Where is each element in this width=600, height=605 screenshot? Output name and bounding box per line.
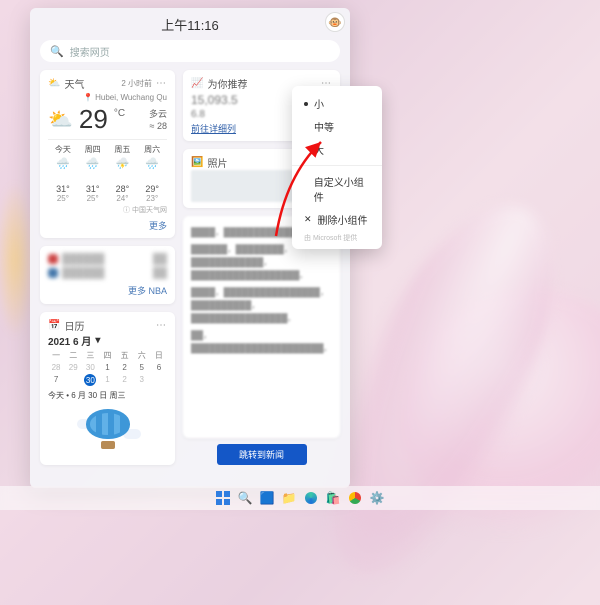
start-button[interactable] <box>216 491 230 505</box>
location-icon: 📍 <box>83 93 93 102</box>
menu-size-large[interactable]: 大 <box>292 138 382 161</box>
sports-widget[interactable]: ████████ ████████ 更多 NBA <box>40 246 175 304</box>
calendar-widget[interactable]: 📅 日历 ⋯ 2021 6 月 ▾ 一二三四五六日 2829301256 730… <box>40 312 175 465</box>
calendar-today[interactable]: 30 <box>84 374 96 386</box>
profile-avatar[interactable]: 🐵 <box>326 13 344 31</box>
day-label: 周六 <box>137 144 167 155</box>
menu-size-small[interactable]: 小 <box>292 92 382 115</box>
close-icon: ✕ <box>304 214 312 225</box>
day-high: 29° <box>137 184 167 194</box>
taskbar-widgets-icon[interactable]: 🟦 <box>260 491 274 505</box>
news-feed[interactable]: ████，██████████████。 ██████，████████，███… <box>183 216 340 438</box>
chevron-down-icon: ▾ <box>95 335 100 346</box>
weather-big-icon: ⛅ <box>48 107 73 132</box>
weather-icon: ⛅ <box>48 78 60 89</box>
recommend-title: 为你推荐 <box>207 76 247 91</box>
menu-label: 自定义小组件 <box>314 174 370 204</box>
rain-icon: 🌧️ <box>48 157 78 170</box>
rain-icon: 🌧️ <box>137 157 167 170</box>
calendar-month[interactable]: 2021 6 月 ▾ <box>48 333 167 348</box>
weather-title: 天气 <box>64 76 84 91</box>
calendar-event: 今天 • 6 月 30 日 周三 <box>48 390 167 401</box>
menu-size-medium[interactable]: 中等 <box>292 115 382 138</box>
taskbar: 🔍 🟦 📁 🛍️ ⚙️ <box>0 486 600 510</box>
calendar-icon: 📅 <box>48 320 60 331</box>
search-placeholder: 搜索网页 <box>70 44 110 59</box>
taskbar-chrome-icon[interactable] <box>348 491 362 505</box>
taskbar-search-icon[interactable]: 🔍 <box>238 491 252 505</box>
day-low: 25° <box>78 194 108 203</box>
calendar-grid: 一二三四五六日 2829301256 730123 <box>48 350 167 386</box>
taskbar-edge-icon[interactable] <box>304 491 318 505</box>
day-high: 28° <box>108 184 138 194</box>
forecast-row: 今天🌧️31°25° 周四🌧️31°25° 周五⛈️28°24° 周六🌧️29°… <box>48 139 167 203</box>
menu-footer: 由 Microsoft 提供 <box>292 231 382 243</box>
weather-more-icon[interactable]: ⋯ <box>156 78 167 89</box>
widget-context-menu: 小 中等 大 自定义小组件 ✕ 删除小组件 由 Microsoft 提供 <box>292 86 382 249</box>
search-icon: 🔍 <box>50 45 64 58</box>
calendar-title: 日历 <box>64 318 84 333</box>
day-label: 周四 <box>78 144 108 155</box>
storm-icon: ⛈️ <box>108 157 138 170</box>
menu-label: 大 <box>314 142 324 157</box>
taskbar-explorer-icon[interactable]: 📁 <box>282 491 296 505</box>
menu-remove[interactable]: ✕ 删除小组件 <box>292 208 382 231</box>
menu-label: 小 <box>314 96 324 111</box>
weather-unit: °C <box>114 108 125 119</box>
menu-label: 删除小组件 <box>318 212 368 227</box>
search-input[interactable]: 🔍 搜索网页 <box>40 40 340 62</box>
weather-location: Hubei, Wuchang Qu <box>95 93 167 102</box>
calendar-more-icon[interactable]: ⋯ <box>156 320 167 331</box>
rain-icon: 🌧️ <box>78 157 108 170</box>
weather-feels: ≈ 28 <box>150 121 167 131</box>
sports-more-link[interactable]: 更多 NBA <box>48 284 167 297</box>
menu-customize[interactable]: 自定义小组件 <box>292 170 382 208</box>
weather-widget[interactable]: ⛅ 天气 2 小时前 ⋯ 📍 Hubei, Wuchang Qu ⛅ 29 °C… <box>40 70 175 238</box>
photos-title: 照片 <box>207 155 227 170</box>
day-high: 31° <box>48 184 78 194</box>
day-high: 31° <box>78 184 108 194</box>
jump-to-news-button[interactable]: 跳转到新闻 <box>217 444 307 465</box>
photos-icon: 🖼️ <box>191 157 203 168</box>
day-label: 周五 <box>108 144 138 155</box>
weather-updated: 2 小时前 <box>121 78 152 89</box>
weather-source: 中国天气网 <box>48 205 167 215</box>
day-low: 25° <box>48 194 78 203</box>
balloon-illustration <box>81 409 135 457</box>
day-label: 今天 <box>48 144 78 155</box>
day-low: 23° <box>137 194 167 203</box>
taskbar-store-icon[interactable]: 🛍️ <box>326 491 340 505</box>
menu-label: 中等 <box>314 119 334 134</box>
weather-temp: 29 <box>79 104 108 135</box>
day-low: 24° <box>108 194 138 203</box>
weather-more-link[interactable]: 更多 <box>48 219 167 232</box>
clock: 上午11:16 <box>30 15 350 34</box>
chart-icon: 📈 <box>191 78 203 89</box>
month-label: 2021 6 月 <box>48 333 91 348</box>
weather-condition: 多云 <box>149 109 167 119</box>
taskbar-settings-icon[interactable]: ⚙️ <box>370 491 384 505</box>
